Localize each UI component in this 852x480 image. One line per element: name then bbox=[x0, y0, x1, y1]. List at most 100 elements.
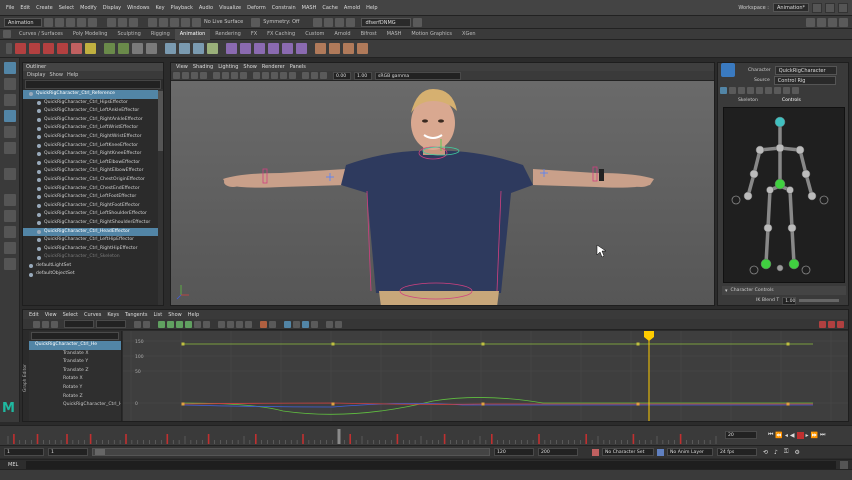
graph-menu-list[interactable]: List bbox=[153, 312, 162, 318]
outliner-item[interactable]: QuickRigCharacter_Ctrl_Reference bbox=[23, 90, 163, 99]
menu-set-dropdown[interactable]: Animation bbox=[4, 17, 42, 27]
key-tick[interactable] bbox=[679, 434, 682, 444]
set-key-icon[interactable] bbox=[15, 43, 26, 54]
step-forward-key-icon[interactable]: ⏩ bbox=[811, 432, 818, 439]
denormalize-icon[interactable] bbox=[311, 320, 318, 328]
key-tick[interactable] bbox=[396, 434, 399, 444]
set-key-translate-icon[interactable] bbox=[29, 43, 40, 54]
close-button[interactable] bbox=[838, 2, 848, 13]
script-editor-icon[interactable] bbox=[840, 460, 848, 469]
pre-infinity-cycle-icon[interactable] bbox=[326, 320, 333, 328]
point-constraint-icon[interactable] bbox=[240, 43, 251, 54]
menu-audio[interactable]: Audio bbox=[199, 5, 213, 11]
shadows-icon[interactable] bbox=[289, 72, 296, 79]
outliner-item[interactable]: QuickRigCharacter_Ctrl_ChestEndEffector bbox=[23, 185, 163, 194]
outliner-item[interactable]: QuickRigCharacter_Ctrl_LeftHipEffector bbox=[23, 236, 163, 245]
hik-mirror-icon[interactable] bbox=[792, 86, 799, 94]
curve-list-item[interactable]: QuickRigCharacter_Ctrl_He bbox=[29, 341, 121, 350]
time-slider[interactable]: ⏮ ⏪ ◂ ◀ ▸ ⏩ ⏭ 20 bbox=[0, 425, 852, 445]
viewport-menu-lighting[interactable]: Lighting bbox=[218, 64, 238, 70]
lattice-icon[interactable] bbox=[357, 43, 368, 54]
last-tool-icon[interactable] bbox=[3, 168, 16, 180]
anim-layer-dropdown[interactable]: No Anim Layer bbox=[667, 448, 713, 456]
menu-visualize[interactable]: Visualize bbox=[219, 5, 241, 11]
key-tick[interactable] bbox=[125, 434, 127, 444]
curve-line[interactable] bbox=[182, 397, 813, 415]
keyframe[interactable] bbox=[181, 402, 185, 406]
film-gate-icon[interactable] bbox=[222, 72, 229, 79]
value-snap-icon[interactable] bbox=[293, 320, 300, 328]
ik-blend-field[interactable]: 1.00 bbox=[782, 296, 797, 305]
camera-attributes-icon[interactable] bbox=[182, 72, 189, 79]
snap-curve-icon[interactable] bbox=[159, 17, 168, 27]
outliner-item[interactable]: QuickRigCharacter_Ctrl_RightKneeEffector bbox=[23, 150, 163, 159]
motion-trail-icon[interactable] bbox=[104, 43, 115, 54]
viewport-scene[interactable] bbox=[171, 81, 715, 306]
viewport-canvas[interactable] bbox=[171, 81, 715, 306]
time-editor-icon[interactable] bbox=[837, 320, 844, 328]
rotate-tool-icon[interactable] bbox=[3, 126, 16, 138]
tab-controls[interactable]: Controls bbox=[782, 98, 801, 103]
symmetry-icon[interactable] bbox=[251, 17, 261, 27]
outliner-menu-display[interactable]: Display bbox=[27, 72, 45, 78]
snap-point-icon[interactable] bbox=[170, 17, 179, 27]
hik-pin-rotate-icon[interactable] bbox=[765, 86, 772, 94]
ik-handle-icon[interactable] bbox=[179, 43, 190, 54]
command-input[interactable] bbox=[26, 460, 836, 469]
select-hierarchy-icon[interactable] bbox=[107, 17, 116, 27]
render-icon[interactable] bbox=[313, 17, 323, 27]
key-tick[interactable] bbox=[66, 434, 68, 444]
normalize-icon[interactable] bbox=[302, 320, 309, 328]
playback-start-field[interactable]: 1 bbox=[48, 448, 88, 456]
outliner-scrollbar-thumb[interactable] bbox=[158, 91, 163, 151]
keyframe[interactable] bbox=[331, 402, 335, 406]
curve-list-item[interactable]: Translate Y bbox=[29, 358, 121, 367]
ik-blend-slider[interactable] bbox=[799, 299, 840, 302]
key-icon[interactable]: ⚿ bbox=[784, 448, 789, 456]
outliner-item[interactable]: defaultLightSet bbox=[23, 262, 163, 271]
live-surface-icon[interactable] bbox=[192, 17, 201, 27]
quick-rig-icon[interactable] bbox=[193, 43, 204, 54]
paint-select-tool-icon[interactable] bbox=[3, 94, 16, 106]
hik-selection-icon[interactable] bbox=[747, 86, 754, 94]
key-tick[interactable] bbox=[538, 434, 540, 444]
keyframe[interactable] bbox=[481, 402, 485, 406]
orient-constraint-icon[interactable] bbox=[254, 43, 265, 54]
graph-menu-edit[interactable]: Edit bbox=[29, 312, 39, 318]
flat-tangent-icon[interactable] bbox=[185, 320, 192, 328]
spline-tangent-icon[interactable] bbox=[158, 320, 165, 328]
outliner-scrollbar[interactable] bbox=[158, 89, 163, 305]
curve-graph-canvas[interactable]: 150 100 50 0 bbox=[123, 331, 848, 421]
toggle-modeling-toolkit-icon[interactable] bbox=[817, 17, 826, 27]
lock-weight-icon[interactable] bbox=[245, 320, 252, 328]
character-set-icon[interactable] bbox=[592, 448, 599, 456]
menu-arnold[interactable]: Arnold bbox=[344, 5, 360, 11]
shelf-tab-sculpting[interactable]: Sculpting bbox=[112, 29, 145, 40]
smooth-shade-icon[interactable] bbox=[262, 72, 269, 79]
current-frame-field[interactable]: 20 bbox=[725, 431, 757, 439]
outliner-layout-icon[interactable] bbox=[3, 242, 16, 254]
outliner-item[interactable]: QuickRigCharacter_Ctrl_LeftWristEffector bbox=[23, 124, 163, 133]
outliner-item[interactable]: QuickRigCharacter_Ctrl_RightFootEffector bbox=[23, 202, 163, 211]
move-nearest-key-icon[interactable] bbox=[33, 320, 40, 328]
pole-vector-icon[interactable] bbox=[296, 43, 307, 54]
hik-release-pin-icon[interactable] bbox=[783, 86, 790, 94]
hypershade-icon[interactable] bbox=[346, 17, 356, 27]
outliner-item[interactable]: QuickRigCharacter_Ctrl_LeftFootEffector bbox=[23, 193, 163, 202]
command-language[interactable]: MEL bbox=[8, 462, 18, 468]
outliner-item[interactable]: QuickRigCharacter_Ctrl_HipsEffector bbox=[23, 99, 163, 108]
preferences-icon[interactable]: ⚙ bbox=[794, 449, 799, 456]
clamped-tangent-icon[interactable] bbox=[167, 320, 174, 328]
blend-shape-icon[interactable] bbox=[343, 43, 354, 54]
select-tool-icon[interactable] bbox=[3, 62, 16, 74]
outliner-item[interactable]: QuickRigCharacter_Ctrl_HeadEffector bbox=[23, 227, 163, 237]
shelf-tab-motion-graphics[interactable]: Motion Graphics bbox=[406, 29, 457, 40]
keyframe[interactable] bbox=[636, 402, 640, 406]
dope-sheet-icon[interactable] bbox=[819, 320, 826, 328]
menu-select[interactable]: Select bbox=[59, 5, 74, 11]
menu-deform[interactable]: Deform bbox=[247, 5, 266, 11]
shelf-settings-icon[interactable] bbox=[3, 30, 11, 38]
shelf-tab-fx[interactable]: FX bbox=[246, 29, 262, 40]
set-key-rotate-icon[interactable] bbox=[43, 43, 54, 54]
key-tick[interactable] bbox=[255, 434, 257, 444]
